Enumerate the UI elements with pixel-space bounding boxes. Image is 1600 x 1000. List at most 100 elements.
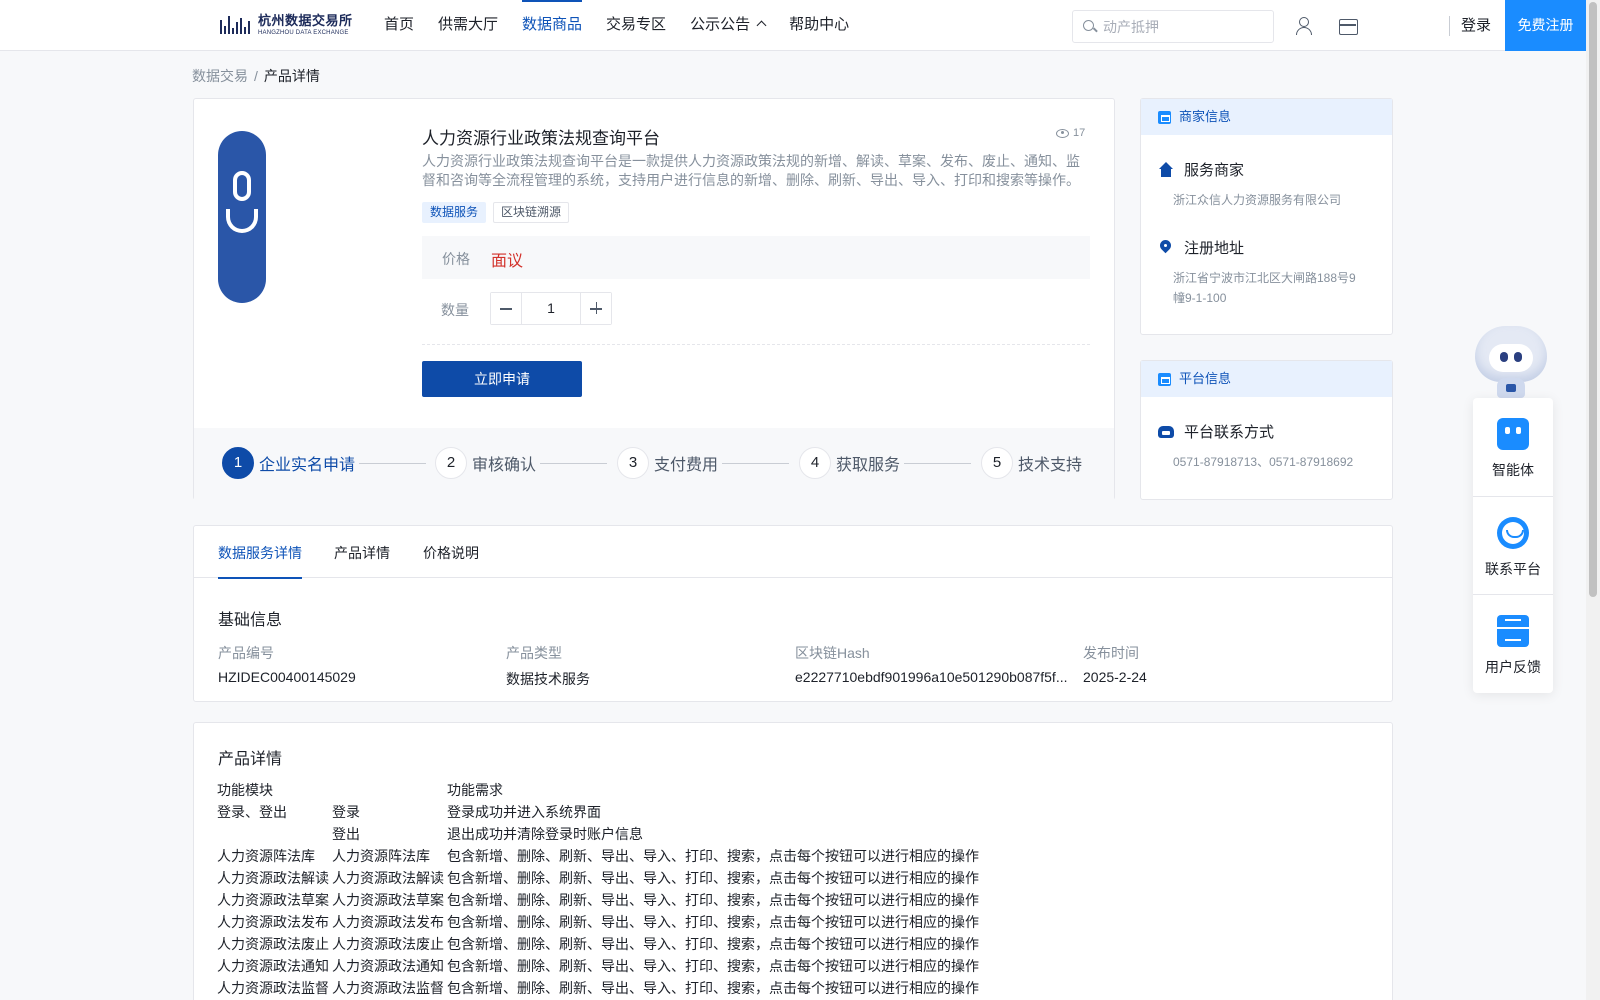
merchant-info-title: 商家信息 — [1179, 109, 1232, 124]
nav-announcements[interactable]: 公示公告 — [690, 0, 767, 51]
phone-icon — [1157, 423, 1175, 441]
breadcrumb-separator: / — [254, 68, 258, 84]
field-value: HZIDEC00400145029 — [218, 669, 356, 685]
table-cell: 人力资源政法发布 — [217, 914, 329, 930]
float-contact[interactable]: 联系平台 — [1473, 497, 1553, 595]
step-1: 1 企业实名申请 — [222, 447, 355, 479]
nav-supply-demand[interactable]: 供需大厅 — [438, 0, 498, 51]
table-cell — [332, 780, 447, 802]
step-number: 1 — [222, 447, 254, 479]
logo-name: 杭州数据交易所 — [258, 13, 353, 28]
field-value: e2227710ebdf901996a10e501290b087f5f... — [795, 669, 1068, 685]
price-value: 面议 — [491, 253, 524, 270]
table-row: 人力资源政法监督 人力资源政法监督 包含新增、删除、刷新、导出、导入、打印、搜索，点… — [217, 978, 979, 1000]
table-cell: 人力资源阵法库 — [332, 848, 430, 864]
table-cell: 人力资源政法解读 — [332, 870, 444, 886]
step-label: 技术支持 — [1018, 457, 1083, 474]
table-cell: 人力资源政法草案 — [217, 892, 329, 908]
logo-bars-icon — [220, 14, 254, 36]
platform-info-panel: 平台信息 平台联系方式 0571-87918713、0571-87918692 — [1140, 360, 1393, 500]
table-cell: 登出 — [332, 826, 360, 842]
breadcrumb-root[interactable]: 数据交易 — [192, 68, 248, 84]
table-cell: 人力资源政法监督 — [217, 980, 329, 996]
register-button[interactable]: 免费注册 — [1505, 0, 1586, 51]
plus-icon[interactable] — [580, 293, 611, 324]
float-agent-label: 智能体 — [1492, 462, 1534, 478]
divider — [422, 344, 1090, 345]
field-label: 区块链Hash — [795, 645, 870, 661]
table-cell: 包含新增、删除、刷新、导出、导入、打印、搜索，点击每个按钮可以进行相应的操作 — [447, 980, 979, 996]
requirements-table: 功能模块 功能需求 登录、登出 登录 登录成功并进入系统界面 登出 退出成功并清除登录时账户… — [217, 780, 979, 1000]
step-label: 企业实名申请 — [259, 457, 356, 474]
float-contact-label: 联系平台 — [1485, 561, 1541, 577]
tab-data-service-details[interactable]: 数据服务详情 — [218, 543, 302, 579]
nav-data-products[interactable]: 数据商品 — [522, 0, 583, 51]
step-connector — [540, 463, 607, 464]
monitor-badge-icon — [1158, 373, 1171, 386]
quantity-stepper: 1 — [490, 292, 612, 325]
detail-tabs: 数据服务详情 产品详情 价格说明 — [194, 526, 1392, 579]
user-icon[interactable] — [1294, 16, 1314, 36]
step-number: 5 — [981, 447, 1013, 479]
table-cell: 人力资源政法监督 — [332, 980, 444, 996]
apply-now-button[interactable]: 立即申请 — [422, 361, 582, 397]
search-input[interactable] — [1103, 18, 1263, 35]
table-cell: 退出成功并清除登录时账户信息 — [447, 826, 643, 842]
float-agent[interactable]: 智能体 — [1473, 398, 1553, 496]
step-5: 5 技术支持 — [981, 447, 1082, 479]
header-divider — [1449, 16, 1450, 36]
field-product-id: 产品编号 HZIDEC00400145029 — [218, 643, 493, 685]
agent-icon — [1497, 418, 1529, 450]
page-scrollbar[interactable] — [1586, 0, 1600, 1000]
step-connector — [359, 463, 426, 464]
table-cell: 包含新增、删除、刷新、导出、导入、打印、搜索，点击每个按钮可以进行相应的操作 — [447, 936, 979, 952]
quantity-input[interactable]: 1 — [522, 293, 580, 324]
floating-service-panel: 智能体 联系平台 用户反馈 — [1473, 398, 1553, 693]
minus-icon[interactable] — [491, 293, 522, 324]
step-label: 获取服务 — [836, 457, 901, 474]
nav-help-center[interactable]: 帮助中心 — [789, 0, 849, 51]
table-cell: 功能模块 — [217, 782, 273, 798]
step-number: 2 — [435, 447, 467, 479]
site-logo[interactable]: 杭州数据交易所 HANGZHOU DATA EXCHANGE — [220, 10, 360, 40]
tab-product-details[interactable]: 产品详情 — [334, 543, 390, 578]
main-nav: 首页 供需大厅 数据商品 交易专区 公示公告 帮助中心 — [384, 0, 873, 51]
step-label: 支付费用 — [654, 457, 719, 474]
table-row: 人力资源政法通知 人力资源政法通知 包含新增、删除、刷新、导出、导入、打印、搜索，点… — [217, 956, 979, 978]
table-cell — [217, 824, 332, 846]
scrollbar-thumb[interactable] — [1589, 2, 1597, 597]
field-label: 产品类型 — [506, 645, 562, 661]
register-address-title: 注册地址 — [1184, 240, 1245, 257]
shop-icon[interactable] — [1338, 16, 1358, 36]
login-link[interactable]: 登录 — [1461, 0, 1491, 51]
search-icon[interactable] — [1083, 19, 1097, 34]
table-cell: 功能需求 — [447, 782, 503, 798]
table-cell: 人力资源政法废止 — [332, 936, 444, 952]
service-merchant-title: 服务商家 — [1184, 162, 1245, 179]
tag-data-service: 数据服务 — [422, 202, 487, 223]
basic-info-title: 基础信息 — [218, 612, 283, 629]
float-feedback[interactable]: 用户反馈 — [1473, 595, 1553, 693]
platform-contact-title: 平台联系方式 — [1184, 424, 1275, 441]
process-steps: 1 企业实名申请 2 审核确认 3 支付费用 4 获取服务 5 技术支持 — [194, 428, 1114, 501]
headset-icon — [1497, 517, 1529, 549]
search-box — [1072, 10, 1274, 43]
tab-price-description[interactable]: 价格说明 — [423, 543, 479, 578]
float-feedback-label: 用户反馈 — [1485, 659, 1541, 675]
product-tags: 数据服务 区块链溯源 — [422, 202, 576, 223]
table-cell: 包含新增、删除、刷新、导出、导入、打印、搜索，点击每个按钮可以进行相应的操作 — [447, 870, 979, 886]
merchant-service: 服务商家 浙江众信人力资源服务有限公司 — [1157, 159, 1357, 210]
chevron-up-icon — [756, 20, 767, 31]
table-cell: 人力资源政法通知 — [217, 958, 329, 974]
product-logo-image — [218, 131, 266, 303]
top-header: 杭州数据交易所 HANGZHOU DATA EXCHANGE 首页 供需大厅 数… — [0, 0, 1586, 51]
step-number: 3 — [617, 447, 649, 479]
robot-assistant-avatar[interactable] — [1473, 326, 1549, 398]
table-cell: 包含新增、删除、刷新、导出、导入、打印、搜索，点击每个按钮可以进行相应的操作 — [447, 958, 979, 974]
price-label: 价格 — [442, 251, 470, 267]
nav-trading-zone[interactable]: 交易专区 — [606, 0, 666, 51]
tag-blockchain: 区块链溯源 — [493, 202, 570, 223]
table-cell: 登录 — [332, 804, 360, 820]
nav-home[interactable]: 首页 — [384, 0, 414, 51]
product-description: 人力资源行业政策法规查询平台是一款提供人力资源政策法规的新增、解读、草案、发布、… — [422, 153, 1080, 188]
